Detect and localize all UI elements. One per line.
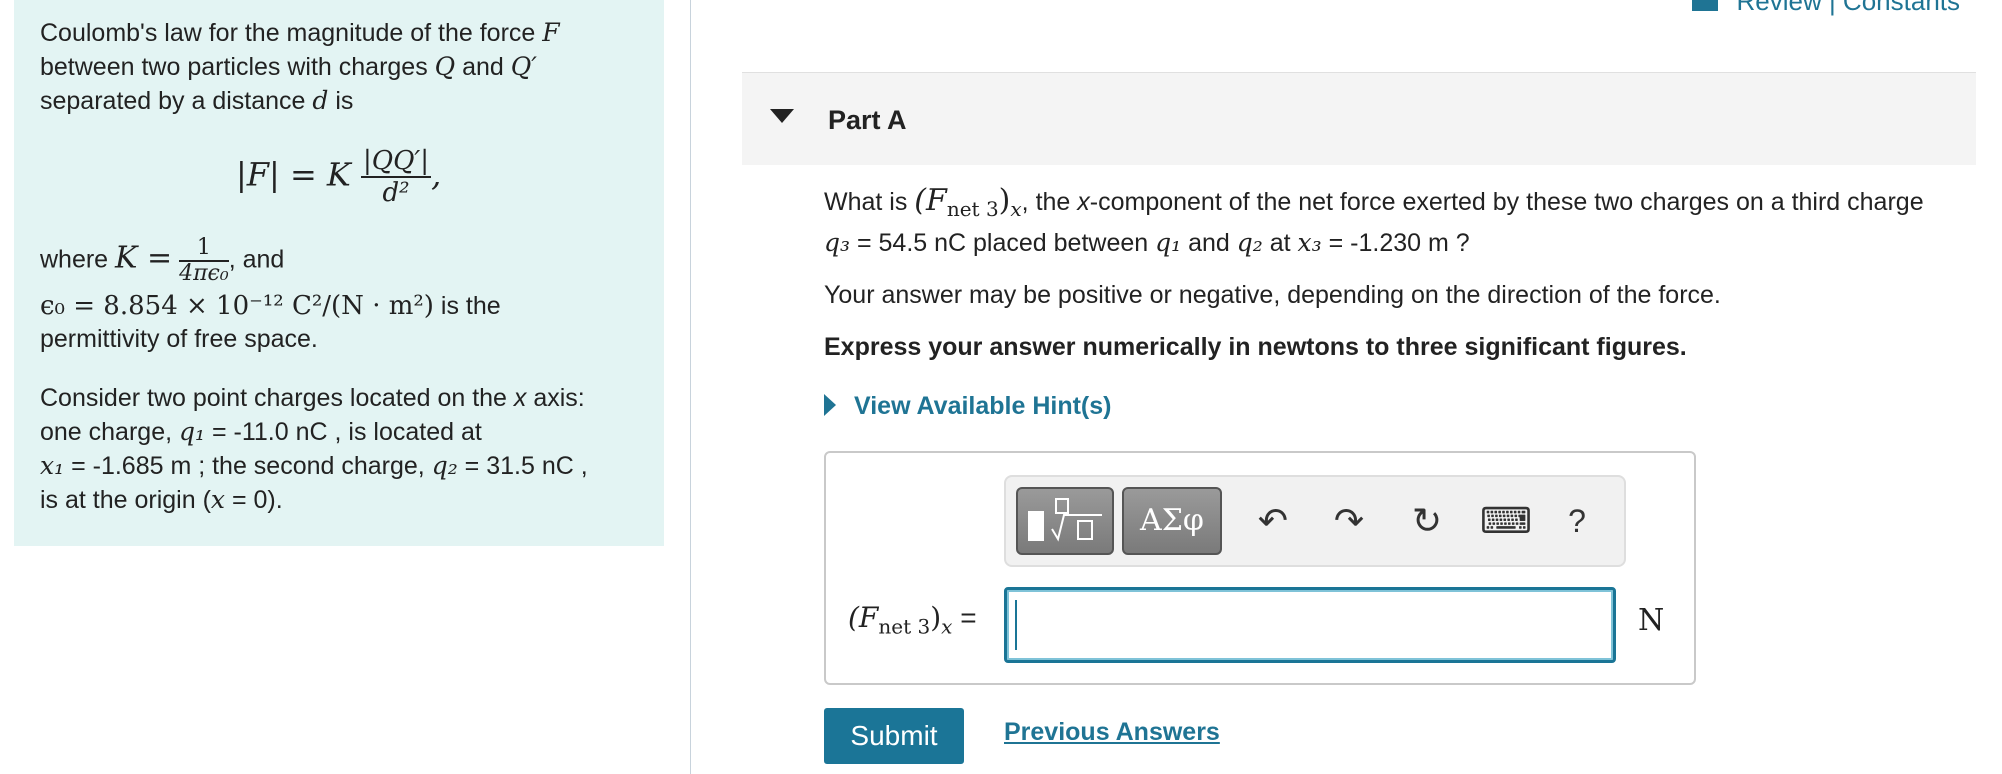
q1-symbol: q₁ — [179, 417, 206, 446]
intro-text: Coulomb's law for the magnitude of the f… — [40, 19, 543, 47]
q1-ref: q₁ — [1155, 228, 1182, 257]
greek-symbols-button[interactable]: ΑΣφ — [1122, 487, 1222, 555]
coulomb-intro: Coulomb's law for the magnitude of the f… — [40, 16, 638, 118]
redo-icon[interactable]: ↷ — [1324, 493, 1374, 549]
answer-input[interactable] — [1004, 587, 1616, 663]
k-symbol: K = — [115, 240, 173, 276]
x1-symbol: x₁ — [40, 451, 65, 480]
permittivity-line: ϵ₀ = 8.854 × 10⁻¹² C²/(N · m²) is the pe… — [40, 290, 638, 356]
reset-icon[interactable]: ↻ — [1402, 493, 1452, 549]
label-paren: ) — [930, 601, 942, 634]
intro-text: is — [328, 87, 354, 115]
k-numerator: 1 — [179, 236, 229, 262]
review-constants-link[interactable]: Review | Constants — [1692, 0, 1960, 17]
part-title: Part A — [828, 105, 907, 135]
template-sqrt-icon — [1028, 498, 1102, 542]
k-definition: where K = 1 4πϵ₀ , and — [40, 236, 638, 286]
origin-text: = 0). — [225, 486, 283, 514]
x3-value: = -1.230 m ? — [1321, 229, 1470, 257]
question-mid: , the — [1021, 188, 1078, 216]
formula-lhs: |F| = K — [236, 155, 351, 194]
label-x: x — [941, 614, 953, 639]
coulomb-formula: |F| = K |QQ′| d² , — [236, 146, 442, 208]
q1-value: = -11.0 nC , is located at — [205, 418, 482, 446]
is-the-text: is the — [433, 292, 501, 320]
intro-text: separated by a distance — [40, 87, 313, 115]
x-component-symbol: x — [1077, 188, 1090, 216]
label-subscript: net 3 — [878, 614, 931, 639]
answer-label: (Fnet 3)x = — [848, 601, 977, 639]
charges-description: Consider two point charges located on th… — [40, 382, 638, 517]
question-text: What is (Fnet 3)x, the x-component of th… — [824, 184, 1984, 260]
q3-value: = 54.5 nC placed between — [850, 229, 1156, 257]
q2-symbol: q₂ — [431, 451, 458, 480]
problem-intro-panel: Coulomb's law for the magnitude of the f… — [14, 0, 664, 546]
formula-numerator: |QQ′| — [361, 146, 432, 178]
symbol-Qprime: Q′ — [510, 52, 537, 81]
part-a-header[interactable]: Part A — [742, 72, 1976, 165]
formula-denominator: d² — [382, 178, 410, 208]
consider-text: Consider two point charges located on th… — [40, 384, 514, 412]
at-text: at — [1262, 229, 1298, 257]
symbol-F: F — [542, 18, 560, 47]
unit-label: N — [1638, 603, 1665, 638]
submit-button[interactable]: Submit — [824, 708, 964, 764]
keyboard-icon[interactable]: ⌨ — [1480, 493, 1532, 549]
k-fraction: 1 4πϵ₀ — [179, 236, 229, 286]
origin-text: is at the origin ( — [40, 486, 211, 514]
review-label: Review | Constants — [1736, 0, 1960, 16]
collapse-caret-icon[interactable] — [770, 109, 794, 123]
where-text: where — [40, 245, 109, 274]
view-hints-toggle[interactable]: View Available Hint(s) — [824, 392, 1111, 421]
formula-fraction: |QQ′| d² — [361, 146, 432, 208]
hints-label: View Available Hint(s) — [854, 392, 1112, 420]
x1-value: = -1.685 m ; the second charge, — [64, 452, 432, 480]
templates-button[interactable] — [1016, 487, 1114, 555]
and-text: and — [1181, 229, 1237, 257]
math-toolbar: ΑΣφ ↶ ↷ ↻ ⌨ ? — [1004, 475, 1626, 567]
x-axis-symbol: x — [513, 384, 527, 412]
fnet-subscript: net 3 — [946, 197, 999, 221]
question-pre: What is — [824, 188, 915, 216]
sign-note: Your answer may be positive or negative,… — [824, 281, 1721, 309]
q3-symbol: q₃ — [824, 228, 851, 257]
undo-icon[interactable]: ↶ — [1248, 493, 1298, 549]
fnet-symbol: (F — [914, 183, 947, 218]
symbol-Q: Q — [434, 52, 456, 81]
k-denominator: 4πϵ₀ — [179, 261, 229, 286]
and-text: , and — [228, 245, 285, 274]
epsilon-value: ϵ₀ = 8.854 × 10⁻¹² C²/(N · m²) — [40, 291, 434, 321]
x-symbol: x — [210, 485, 226, 514]
text-cursor — [1015, 600, 1017, 650]
x3-symbol: x₃ — [1297, 228, 1322, 257]
fnet-paren: ) — [998, 183, 1011, 218]
q1-prefix: one charge, — [40, 418, 179, 446]
book-icon — [1692, 0, 1719, 12]
q2-value: = 31.5 nC , — [457, 452, 588, 480]
permittivity-text: permittivity of free space. — [40, 325, 318, 353]
label-equals: = — [952, 602, 977, 633]
column-divider — [690, 0, 691, 774]
answer-box: ΑΣφ ↶ ↷ ↻ ⌨ ? (Fnet 3)x = N — [824, 451, 1696, 685]
answer-instruction: Express your answer numerically in newto… — [824, 333, 1687, 361]
previous-answers-link[interactable]: Previous Answers — [1004, 718, 1220, 747]
intro-text: and — [455, 53, 511, 81]
label-F: (F — [848, 601, 879, 634]
consider-text: axis: — [526, 384, 585, 412]
expand-triangle-icon — [824, 394, 836, 416]
question-rest: -component of the net force exerted by t… — [1089, 188, 1924, 216]
fnet-x-subscript: x — [1010, 197, 1022, 221]
q2-ref: q₂ — [1236, 228, 1263, 257]
help-icon[interactable]: ? — [1552, 493, 1602, 549]
intro-text: between two particles with charges — [40, 53, 435, 81]
symbol-d: d — [312, 86, 329, 115]
